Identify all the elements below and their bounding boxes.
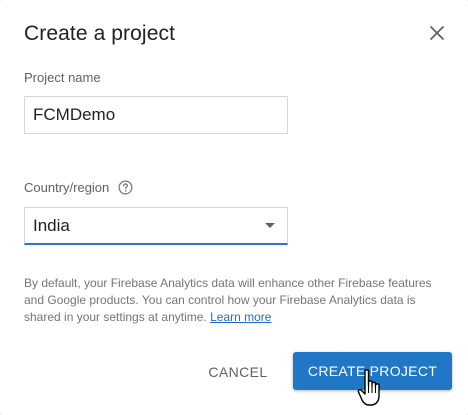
country-selected-value: India	[33, 215, 70, 235]
help-icon[interactable]	[118, 180, 133, 195]
close-icon	[430, 26, 444, 40]
project-name-input[interactable]	[24, 96, 288, 134]
project-name-label: Project name	[24, 70, 101, 85]
dialog-title: Create a project	[24, 22, 176, 45]
country-region-label: Country/region	[24, 180, 110, 195]
hand-pointer-icon	[357, 369, 380, 406]
caret-down-icon	[265, 223, 275, 228]
analytics-info-text: By default, your Firebase Analytics data…	[24, 275, 448, 326]
close-button[interactable]	[424, 20, 450, 46]
cancel-button[interactable]: CANCEL	[194, 354, 282, 390]
country-region-select[interactable]: India	[24, 207, 288, 245]
country-region-label-row: Country/region	[24, 180, 133, 195]
learn-more-link[interactable]: Learn more	[210, 310, 271, 324]
create-project-dialog: Create a project Project name Country/re…	[0, 0, 468, 415]
